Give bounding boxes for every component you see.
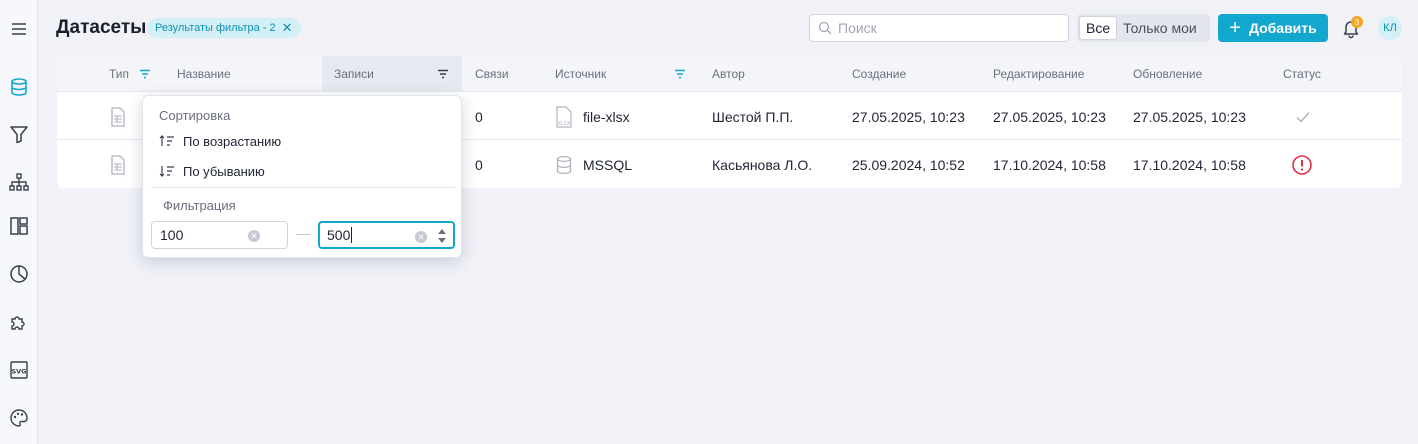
segment-mine[interactable]: Только мои: [1117, 16, 1203, 40]
filter-chip[interactable]: Результаты фильтра - 2 ✕: [147, 18, 301, 38]
column-author[interactable]: Автор: [712, 56, 745, 92]
updated-value: 27.05.2025, 10:23: [1133, 108, 1246, 125]
clear-icon[interactable]: ✕: [415, 231, 427, 243]
search-input[interactable]: [838, 20, 1058, 36]
source-value[interactable]: MSSQL: [583, 141, 632, 188]
max-value-input[interactable]: 500 ✕: [318, 221, 455, 249]
range-separator: [296, 234, 310, 235]
ownership-toggle: Все Только мои: [1077, 14, 1210, 42]
table-header: Тип Название Записи Связи Источник Автор…: [57, 56, 1402, 92]
dashboard-layout-icon[interactable]: [5, 212, 33, 240]
column-name[interactable]: Название: [177, 56, 231, 92]
table-file-icon: [109, 141, 127, 188]
svg-icon[interactable]: SVG: [5, 356, 33, 384]
author-value: Шестой П.П.: [712, 108, 794, 125]
sort-descending[interactable]: По убыванию: [159, 159, 265, 183]
created-value: 27.05.2025, 10:23: [852, 108, 965, 125]
table-file-icon: [109, 93, 127, 140]
add-button[interactable]: + Добавить: [1218, 14, 1328, 42]
column-status[interactable]: Статус: [1283, 56, 1321, 92]
svg-text:SVG: SVG: [11, 368, 26, 376]
menu-icon[interactable]: [5, 15, 33, 43]
notification-badge: 3: [1351, 16, 1363, 28]
column-edited[interactable]: Редактирование: [993, 56, 1084, 92]
column-updated[interactable]: Обновление: [1133, 56, 1202, 92]
side-rail: SVG: [0, 0, 38, 444]
filter-icon[interactable]: [437, 68, 449, 80]
status-ok-icon: [1295, 93, 1311, 140]
database-icon: [555, 141, 573, 188]
palette-icon[interactable]: [5, 404, 33, 432]
svg-text:XLSX: XLSX: [558, 121, 571, 127]
column-type[interactable]: Тип: [109, 56, 129, 92]
filter-active-icon[interactable]: [674, 68, 686, 80]
updated-value: 17.10.2024, 10:58: [1133, 156, 1246, 173]
source-value[interactable]: file-xlsx: [583, 93, 630, 140]
database-icon[interactable]: [5, 73, 33, 101]
links-value: 0: [475, 108, 483, 125]
close-icon[interactable]: ✕: [282, 20, 293, 36]
xlsx-file-icon: XLSX: [555, 93, 573, 140]
column-records[interactable]: Записи: [334, 56, 374, 92]
search-box[interactable]: [809, 14, 1069, 42]
column-links[interactable]: Связи: [475, 56, 509, 92]
divider: [151, 187, 455, 188]
column-source[interactable]: Источник: [555, 56, 606, 92]
sort-ascending-label: По возрастанию: [183, 133, 282, 149]
filter-icon[interactable]: [5, 120, 33, 148]
clear-icon[interactable]: ✕: [248, 230, 260, 242]
author-value: Касьянова Л.О.: [712, 156, 813, 173]
created-value: 25.09.2024, 10:52: [852, 156, 965, 173]
segment-all[interactable]: Все: [1079, 16, 1118, 40]
hierarchy-icon[interactable]: [5, 168, 33, 196]
filter-active-icon[interactable]: [139, 68, 151, 80]
sort-descending-icon: [159, 166, 174, 177]
search-icon: [818, 21, 832, 35]
puzzle-icon[interactable]: [5, 308, 33, 336]
status-error-icon[interactable]: [1291, 141, 1313, 188]
text-cursor: [351, 227, 353, 243]
min-value-input[interactable]: 100 ✕: [151, 221, 288, 249]
pie-chart-icon[interactable]: [5, 260, 33, 288]
links-value: 0: [475, 156, 483, 173]
avatar[interactable]: КЛ: [1378, 16, 1402, 40]
filter-chip-label: Результаты фильтра - 2: [155, 22, 276, 34]
plus-icon: +: [1229, 17, 1241, 39]
sort-ascending[interactable]: По возрастанию: [159, 129, 281, 153]
edited-value: 17.10.2024, 10:58: [993, 156, 1106, 173]
page-title: Датасеты: [56, 17, 147, 38]
sort-descending-label: По убыванию: [183, 163, 265, 179]
sort-title: Сортировка: [159, 108, 231, 123]
column-created[interactable]: Создание: [852, 56, 906, 92]
add-button-label: Добавить: [1248, 20, 1317, 36]
min-value: 100: [160, 227, 184, 243]
sort-ascending-icon: [159, 135, 174, 146]
filter-title: Фильтрация: [163, 198, 236, 213]
records-filter-popover: Сортировка По возрастанию По убыванию Фи…: [142, 95, 462, 258]
edited-value: 27.05.2025, 10:23: [993, 108, 1106, 125]
spinner-arrows-icon[interactable]: [437, 227, 447, 245]
max-value: 500: [327, 227, 351, 243]
